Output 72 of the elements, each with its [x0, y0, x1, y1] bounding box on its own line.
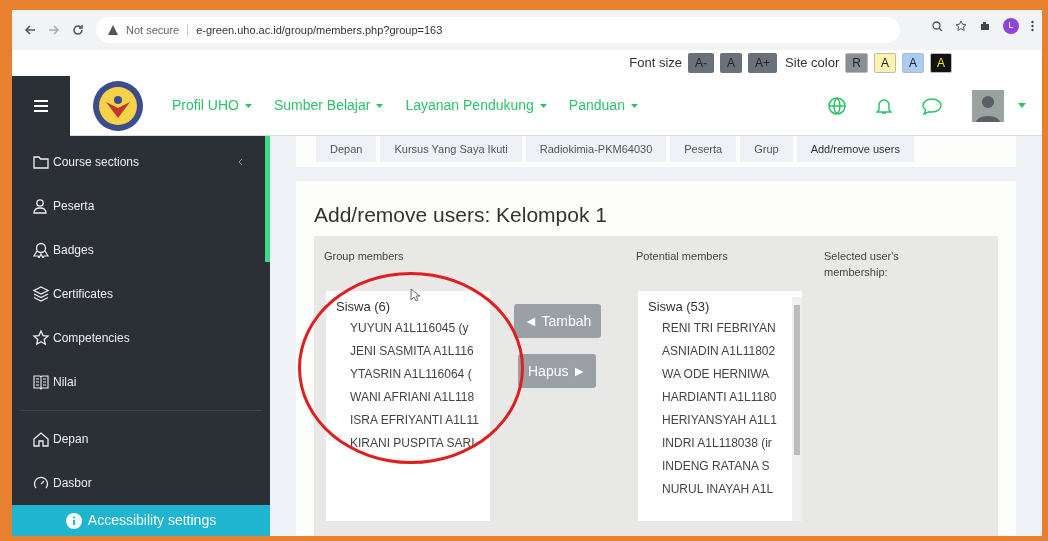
back-icon[interactable] [24, 24, 36, 36]
badge-icon [32, 242, 50, 258]
sidebar-item[interactable]: Certificates [12, 272, 265, 316]
hamburger-icon [34, 99, 48, 112]
group-members-list[interactable]: Siswa (6) YUYUN A1L116045 (y JENI SASMITA A1L116 YTASRIN A1L116064 ( WANI AFRIANI A1L118 ISRA EFRIYANTI A1L11 KIRANI PUSPITA SARI [326, 290, 490, 521]
breadcrumb-link[interactable]: Depan [316, 136, 377, 162]
breadcrumb-link[interactable]: Radiokimia-PKM64030 [525, 136, 667, 162]
sidebar-item[interactable]: Depan [12, 417, 270, 461]
site-color-button[interactable]: R [845, 53, 868, 73]
list-option[interactable]: JENI SASMITA A1L116 [336, 341, 490, 365]
list-option[interactable]: KIRANI PUSPITA SARI [336, 433, 490, 457]
breadcrumb-link[interactable]: Grup [740, 136, 793, 162]
list-group-heading: Siswa (6) [336, 297, 392, 316]
home-icon [32, 431, 50, 447]
breadcrumb-link[interactable]: Peserta [670, 136, 737, 162]
profile-avatar[interactable]: L [1003, 18, 1019, 34]
selected-membership-label: Selected user's membership: [824, 249, 900, 280]
sidebar-item[interactable]: Course sections [12, 140, 265, 184]
group-members-label: Group members [324, 249, 405, 264]
site-color-button[interactable]: A [873, 53, 896, 73]
list-option[interactable]: WA ODE HERNIWA [648, 364, 792, 388]
site-color-label: Site color [785, 54, 840, 73]
list-option[interactable]: YTASRIN A1L116064 ( [336, 364, 490, 388]
people-icon [32, 198, 50, 214]
url-text: e-green.uho.ac.id/group/members.php?group=163 [196, 22, 443, 38]
menu-button[interactable] [12, 75, 70, 136]
book-icon [32, 374, 50, 390]
info-icon [65, 512, 82, 529]
list-option[interactable]: HARDIANTI A1L1180 [648, 387, 792, 411]
list-option[interactable]: WANI AFRIANI A1L118 [336, 387, 490, 411]
breadcrumb-link[interactable]: Add/remove users [796, 136, 914, 162]
sidebar-item[interactable]: Nilai [12, 360, 265, 404]
university-logo[interactable] [92, 79, 144, 132]
caret-icon [376, 103, 384, 108]
page-title: Add/remove users: Kelompok 1 [314, 201, 608, 228]
list-group-heading: Siswa (53) [648, 297, 711, 316]
menu-icon[interactable] [1031, 20, 1034, 32]
gauge-icon [32, 475, 50, 491]
scrollbar[interactable] [792, 296, 802, 521]
potential-members-list[interactable]: Siswa (53) RENI TRI FEBRIYAN ASNIADIN A1L11802 WA ODE HERNIWA HARDIANTI A1L1180 HERIYANSYAH A1L1 INDRI A1L118038 (ir INDENG RATANA S NURUL INAYAH A1L [638, 290, 802, 521]
list-option[interactable]: ISRA EFRIYANTI A1L11 [336, 410, 490, 434]
zoom-icon[interactable] [932, 20, 943, 32]
list-option[interactable]: INDRI A1L118038 (ir [648, 433, 792, 457]
star-icon[interactable] [955, 20, 967, 32]
folder-icon [32, 154, 50, 170]
list-option[interactable]: RENI TRI FEBRIYAN [648, 318, 792, 342]
site-color-button[interactable]: A [901, 53, 924, 73]
sidebar-item[interactable]: Badges [12, 228, 265, 272]
user-avatar[interactable] [972, 89, 1004, 122]
site-color-button[interactable]: A [930, 53, 952, 73]
breadcrumb-link[interactable]: Kursus Yang Saya Ikuti [380, 136, 522, 162]
font-size-label: Font size [629, 54, 683, 73]
caret-icon [244, 103, 252, 108]
list-option[interactable]: HERIYANSYAH A1L1 [648, 410, 792, 434]
caret-icon [630, 103, 638, 108]
sidebar-item[interactable]: Competencies [12, 316, 265, 360]
warning-icon [108, 25, 118, 35]
list-option[interactable]: ASNIADIN A1L11802 [648, 341, 792, 365]
list-option[interactable]: YUYUN A1L116045 (y [336, 318, 490, 342]
security-label: Not secure [126, 22, 180, 38]
chevron-icon [238, 158, 243, 166]
list-option[interactable]: INDENG RATANA S [648, 456, 792, 480]
sidebar-item[interactable]: Peserta [12, 184, 265, 228]
sidebar-item[interactable]: Dasbor [12, 461, 270, 505]
star-icon [32, 330, 50, 346]
cursor-icon [410, 288, 420, 302]
caret-icon [539, 103, 547, 108]
address-bar[interactable]: Not secure e-green.uho.ac.id/group/members.php?group=163 [96, 17, 900, 43]
list-option[interactable]: NURUL INAYAH A1L [648, 479, 792, 503]
layers-icon [32, 286, 50, 302]
reload-icon[interactable] [72, 24, 84, 36]
potential-members-label: Potential members [636, 249, 729, 264]
